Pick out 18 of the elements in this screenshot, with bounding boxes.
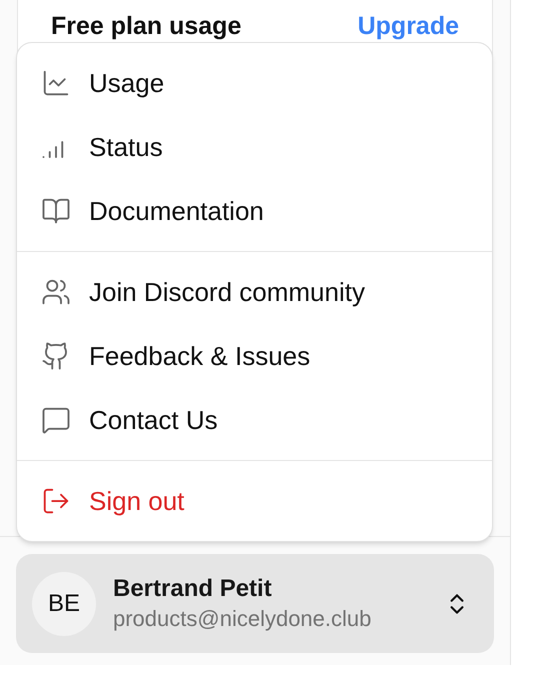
menu-item[interactable]: Feedback & Issues	[17, 324, 492, 388]
card-title: Free plan usage	[51, 11, 242, 42]
line-chart-icon	[41, 68, 71, 98]
menu-item[interactable]: Contact Us	[17, 388, 492, 452]
users-icon	[41, 277, 71, 307]
menu-item[interactable]: Join Discord community	[17, 260, 492, 324]
menu-item[interactable]: Documentation	[17, 179, 492, 243]
menu-item[interactable]: Usage	[17, 51, 492, 115]
user-name: Bertrand Petit	[113, 574, 273, 604]
avatar: BE	[32, 572, 96, 636]
book-icon	[41, 196, 71, 226]
chat-bubble-icon	[41, 405, 71, 435]
upgrade-link[interactable]: Upgrade	[358, 8, 459, 46]
user-email: products@nicelydone.club	[113, 604, 372, 633]
menu-item[interactable]: Sign out	[17, 469, 492, 533]
menu-item[interactable]: Status	[17, 115, 492, 179]
log-out-icon	[41, 486, 71, 516]
user-account-button[interactable]: BE Bertrand Petit products@nicelydone.club	[16, 554, 494, 653]
